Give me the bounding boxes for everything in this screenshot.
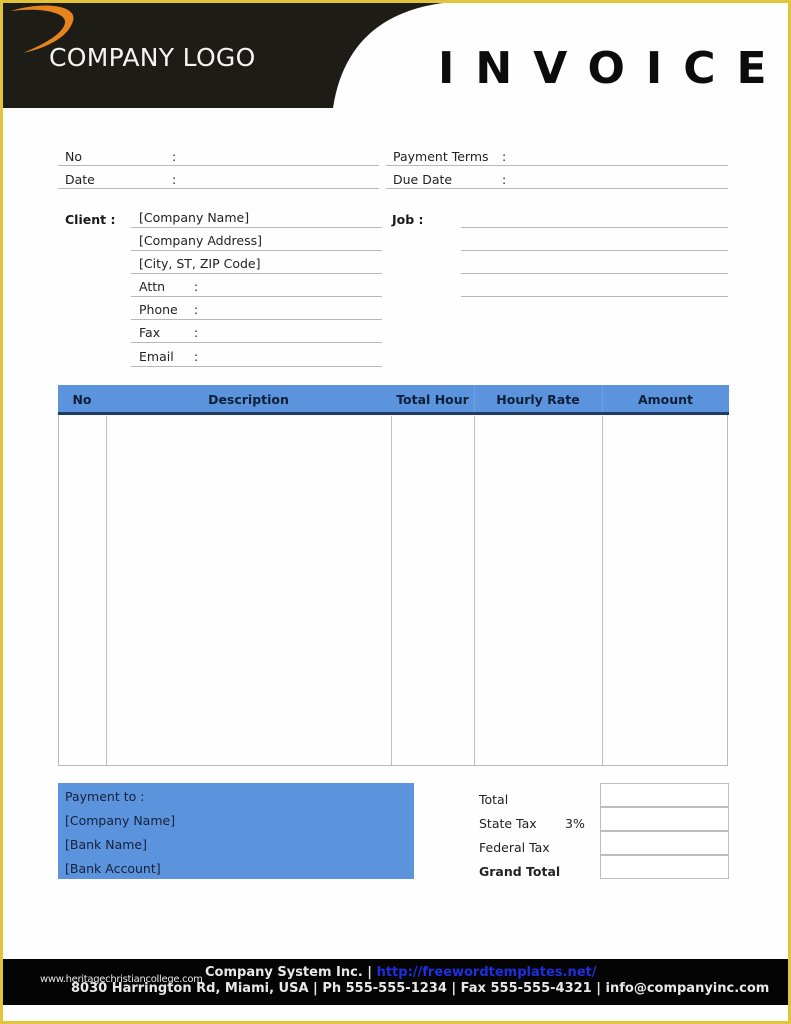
payment-terms-field[interactable]: Payment Terms : [386, 143, 728, 166]
client-fax-field[interactable]: Fax : [131, 320, 382, 343]
column-header-amount: Amount [637, 392, 694, 407]
invoice-number-field[interactable]: No : [58, 143, 379, 166]
client-company-address-field[interactable]: [Company Address] [131, 228, 382, 251]
federal-tax-value-cell[interactable] [600, 831, 729, 855]
colon: : [194, 279, 199, 294]
colon: : [502, 149, 507, 164]
total-label: Total [479, 792, 509, 807]
invoice-date-label: Date [65, 172, 95, 187]
payment-terms-label: Payment Terms [393, 149, 489, 164]
footer-address-line: 8030 Harrington Rd, Miami, USA | Ph 555-… [71, 981, 770, 996]
footer-company-name: Company System Inc. | [205, 965, 373, 980]
state-tax-value-cell[interactable] [600, 807, 729, 831]
total-value-cell[interactable] [600, 783, 729, 807]
invoice-title: INVOICE [438, 43, 788, 94]
due-date-label: Due Date [393, 172, 453, 187]
due-date-field[interactable]: Due Date : [386, 166, 728, 189]
job-label: Job : [392, 212, 424, 227]
colon: : [172, 149, 177, 164]
client-company-name: [Company Name] [139, 210, 250, 225]
client-company-address: [Company Address] [139, 233, 262, 248]
column-header-no: No [72, 392, 92, 407]
job-line-2[interactable] [461, 228, 728, 251]
items-table-header: No Description Total Hour Hourly Rate Am… [58, 385, 729, 415]
column-header-hourly-rate: Hourly Rate [496, 392, 580, 407]
client-fax-label: Fax [139, 325, 161, 340]
footer-website-link[interactable]: http://freewordtemplates.net/ [377, 965, 597, 980]
payment-info-box: Payment to : [Company Name] [Bank Name] … [58, 783, 414, 879]
colon: : [502, 172, 507, 187]
job-line-4[interactable] [461, 274, 728, 297]
footer-company-line: Company System Inc. | http://freewordtem… [205, 965, 596, 980]
colon: : [194, 349, 199, 364]
colon: : [172, 172, 177, 187]
client-company-name-field[interactable]: [Company Name] [131, 205, 382, 228]
payment-to-label: Payment to : [65, 789, 145, 804]
colon: : [194, 325, 199, 340]
colon: : [194, 302, 199, 317]
invoice-page: COMPANY LOGO INVOICE No : Date : Payment… [3, 3, 788, 1021]
items-table: No Description Total Hour Hourly Rate Am… [58, 385, 729, 766]
footer-band: www.heritagechristiancollege.com Company… [3, 959, 788, 1005]
client-attn-field[interactable]: Attn : [131, 274, 382, 297]
client-label: Client : [65, 212, 116, 227]
federal-tax-label: Federal Tax [479, 840, 550, 855]
grand-total-value-cell[interactable] [600, 855, 729, 879]
column-header-total-hour: Total Hour [396, 392, 469, 407]
payment-bank-name[interactable]: [Bank Name] [65, 837, 147, 852]
job-line-1[interactable] [461, 205, 728, 228]
payment-bank-account[interactable]: [Bank Account] [65, 861, 161, 876]
client-email-field[interactable]: Email : [131, 344, 382, 367]
client-city-field[interactable]: [City, ST, ZIP Code] [131, 251, 382, 274]
client-email-label: Email [139, 349, 174, 364]
column-divider [106, 416, 107, 765]
header-band: COMPANY LOGO INVOICE [3, 3, 788, 108]
column-divider [474, 416, 475, 765]
invoice-number-label: No [65, 149, 82, 164]
client-attn-label: Attn [139, 279, 166, 294]
company-logo: COMPANY LOGO [49, 43, 256, 72]
grand-total-label: Grand Total [479, 864, 561, 879]
column-divider [391, 416, 392, 765]
client-phone-label: Phone [139, 302, 178, 317]
client-city: [City, ST, ZIP Code] [139, 256, 261, 271]
invoice-date-field[interactable]: Date : [58, 166, 379, 189]
column-header-description: Description [208, 392, 289, 407]
job-line-3[interactable] [461, 251, 728, 274]
client-phone-field[interactable]: Phone : [131, 297, 382, 320]
payment-company-name[interactable]: [Company Name] [65, 813, 175, 828]
state-tax-label: State Tax [479, 816, 537, 831]
column-divider [602, 416, 603, 765]
state-tax-rate: 3% [565, 816, 585, 831]
